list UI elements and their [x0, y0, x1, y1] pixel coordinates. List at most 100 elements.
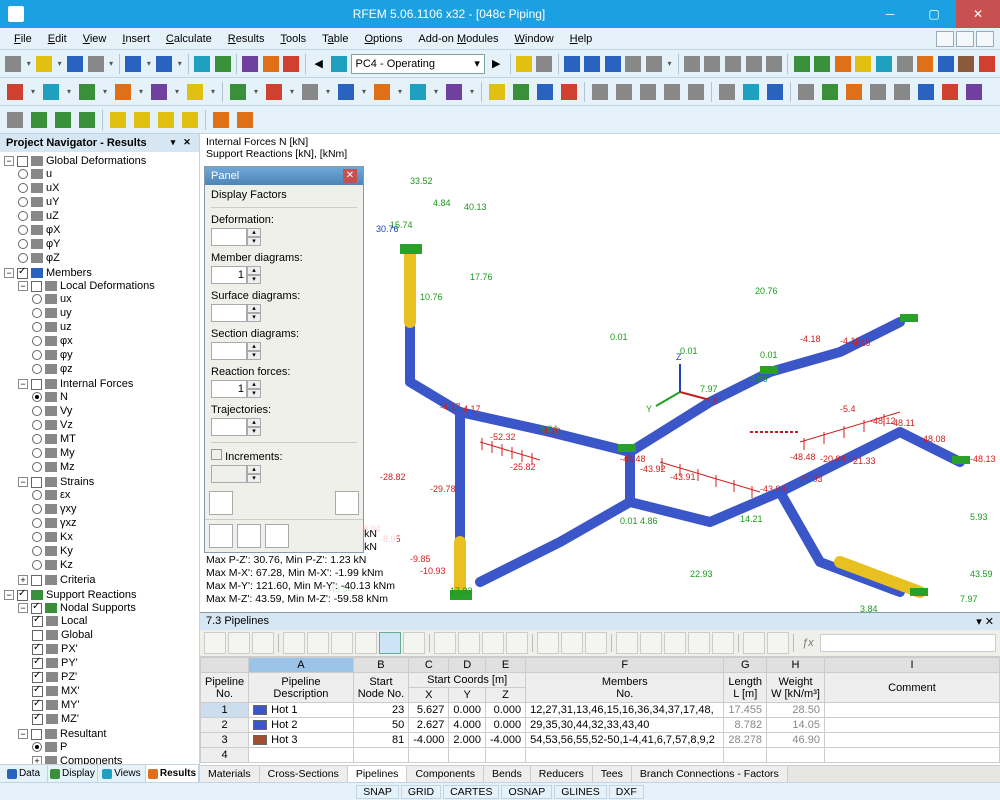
- next-lc-button[interactable]: ▶: [487, 53, 506, 75]
- status-cell[interactable]: OSNAP: [501, 785, 552, 799]
- svg-text:-21.33: -21.33: [850, 456, 876, 466]
- nav-tab-display[interactable]: Display: [48, 765, 98, 782]
- rotate-button[interactable]: [724, 53, 743, 75]
- svg-text:-48.13: -48.13: [970, 454, 996, 464]
- table-tab[interactable]: Tees: [593, 766, 632, 782]
- svg-text:17.82: 17.82: [450, 586, 473, 596]
- panel-close[interactable]: ✕: [343, 169, 357, 183]
- table-tab[interactable]: Bends: [484, 766, 531, 782]
- svg-text:0.01: 0.01: [610, 332, 628, 342]
- new-dropdown[interactable]: ▾: [25, 53, 33, 75]
- data-grid[interactable]: ABCDEFGHI PipelineNo. PipelineDescriptio…: [200, 657, 1000, 765]
- svg-text:-4.19: -4.19: [850, 338, 871, 348]
- print-button[interactable]: [86, 53, 105, 75]
- panel-btn2[interactable]: [335, 491, 359, 515]
- display-panel[interactable]: Panel✕ Display Factors Deformation: ▴▾Me…: [204, 166, 364, 553]
- menu-addon[interactable]: Add-on Modules: [410, 31, 506, 47]
- status-cell[interactable]: SNAP: [356, 785, 399, 799]
- svg-text:X: X: [712, 396, 718, 406]
- navigator-pin[interactable]: ▾: [167, 137, 179, 149]
- node-button[interactable]: [4, 81, 26, 103]
- spinner-input[interactable]: [211, 342, 247, 360]
- model-button[interactable]: [193, 53, 212, 75]
- spinner-input[interactable]: [211, 266, 247, 284]
- nav-tab-views[interactable]: Views: [98, 765, 146, 782]
- select-arrow[interactable]: [4, 109, 26, 131]
- new-button[interactable]: [4, 53, 23, 75]
- prev-lc-button[interactable]: ◀: [309, 53, 328, 75]
- svg-text:-20.88: -20.88: [820, 454, 846, 464]
- zoom-button[interactable]: [703, 53, 722, 75]
- menu-results[interactable]: Results: [220, 31, 273, 47]
- spinner-input[interactable]: [211, 228, 247, 246]
- table-tab[interactable]: Materials: [200, 766, 260, 782]
- loadcase-combo[interactable]: PC4 - Operating▾: [351, 54, 485, 74]
- mdi-restore[interactable]: [956, 31, 974, 47]
- table-toolbar: ƒx: [200, 630, 1000, 657]
- spinner-input[interactable]: [211, 304, 247, 322]
- svg-text:33.52: 33.52: [410, 176, 433, 186]
- svg-text:-25.82: -25.82: [510, 462, 536, 472]
- menu-tools[interactable]: Tools: [272, 31, 314, 47]
- svg-text:-5.4: -5.4: [840, 404, 856, 414]
- panel-tab3[interactable]: [265, 524, 289, 548]
- panel-tab2[interactable]: [237, 524, 261, 548]
- viewport-info: Internal Forces N [kN] Support Reactions…: [200, 134, 1000, 162]
- panel-btn1[interactable]: [209, 491, 233, 515]
- spinner-input[interactable]: [211, 418, 247, 436]
- mdi-close[interactable]: [976, 31, 994, 47]
- menu-file[interactable]: File: [6, 31, 40, 47]
- menu-edit[interactable]: Edit: [40, 31, 75, 47]
- svg-text:21.03: 21.03: [800, 474, 823, 484]
- svg-text:0.01: 0.01: [620, 516, 638, 526]
- mdi-minimize[interactable]: [936, 31, 954, 47]
- wireframe-button[interactable]: [716, 81, 738, 103]
- status-cell[interactable]: DXF: [609, 785, 644, 799]
- svg-text:4.84: 4.84: [433, 198, 451, 208]
- svg-text:-4.18: -4.18: [800, 334, 821, 344]
- svg-text:-4.17: -4.17: [460, 404, 481, 414]
- formula-bar[interactable]: ƒx: [798, 637, 818, 649]
- table-close[interactable]: ✕: [985, 615, 994, 628]
- menu-table[interactable]: Table: [314, 31, 356, 47]
- close-button[interactable]: ✕: [956, 0, 1000, 28]
- maximize-button[interactable]: ▢: [912, 0, 956, 28]
- svg-text:-48.48: -48.48: [790, 452, 816, 462]
- table-tab[interactable]: Components: [407, 766, 484, 782]
- redo-button[interactable]: [155, 53, 174, 75]
- menu-help[interactable]: Help: [562, 31, 601, 47]
- svg-text:-28.82: -28.82: [380, 472, 406, 482]
- svg-text:-4.17: -4.17: [440, 402, 461, 412]
- status-cell[interactable]: GLINES: [554, 785, 607, 799]
- status-cell[interactable]: GRID: [401, 785, 441, 799]
- table-tab[interactable]: Reducers: [531, 766, 593, 782]
- table-pin[interactable]: ▾: [976, 615, 982, 628]
- window-title: RFEM 5.06.1106 x32 - [048c Piping]: [30, 7, 868, 21]
- nav-tab-results[interactable]: Results: [146, 765, 199, 782]
- move-button[interactable]: [682, 53, 701, 75]
- navigator-tree[interactable]: −Global Deformations uuXuYuZφXφYφZ −Memb…: [0, 152, 199, 764]
- table-tab[interactable]: Cross-Sections: [260, 766, 348, 782]
- view-xy-button[interactable]: [562, 53, 581, 75]
- table-panel: 7.3 Pipelines▾ ✕: [200, 612, 1000, 782]
- table-tab[interactable]: Pipelines: [348, 766, 408, 782]
- menu-view[interactable]: View: [75, 31, 115, 47]
- save-button[interactable]: [66, 53, 85, 75]
- menu-insert[interactable]: Insert: [114, 31, 158, 47]
- panel-tab1[interactable]: [209, 524, 233, 548]
- table-tab[interactable]: Branch Connections - Factors: [632, 766, 788, 782]
- status-cell[interactable]: CARTES: [443, 785, 499, 799]
- calculate-button[interactable]: [241, 53, 260, 75]
- svg-text:20.76: 20.76: [755, 286, 778, 296]
- menu-calculate[interactable]: Calculate: [158, 31, 220, 47]
- spinner-input[interactable]: [211, 380, 247, 398]
- table-btn[interactable]: [204, 632, 226, 654]
- svg-text:17.76: 17.76: [470, 272, 493, 282]
- minimize-button[interactable]: ─: [868, 0, 912, 28]
- navigator-close[interactable]: ✕: [181, 137, 193, 149]
- nav-tab-data[interactable]: Data: [0, 765, 48, 782]
- menu-options[interactable]: Options: [356, 31, 410, 47]
- menu-window[interactable]: Window: [507, 31, 562, 47]
- open-button[interactable]: [35, 53, 54, 75]
- undo-button[interactable]: [124, 53, 143, 75]
